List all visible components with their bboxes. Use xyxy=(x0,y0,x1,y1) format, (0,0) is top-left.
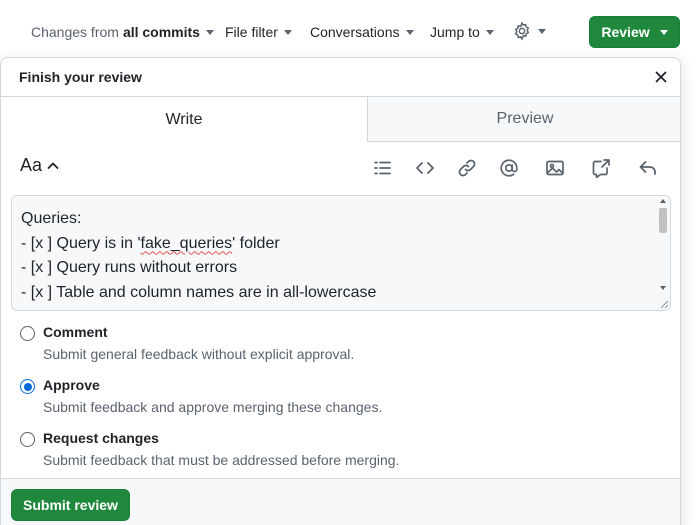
editor-line-1: Queries: xyxy=(21,210,82,227)
changes-from-value: all commits xyxy=(122,24,200,40)
chevron-down-icon xyxy=(405,30,414,35)
gear-icon xyxy=(514,21,530,41)
approve-description: Submit feedback and approve merging thes… xyxy=(43,399,383,415)
tab-write-label: Write xyxy=(165,110,203,128)
jump-to-label: Jump to xyxy=(430,24,480,40)
mention-icon[interactable] xyxy=(499,158,519,178)
scroll-up-arrow-icon[interactable] xyxy=(660,199,666,203)
settings-dropdown[interactable] xyxy=(512,21,546,41)
list-icon[interactable] xyxy=(372,158,392,178)
review-option-approve[interactable]: Approve Submit feedback and approve merg… xyxy=(20,375,660,419)
review-comment-text: Queries: - [x ] Query is in 'fake_querie… xyxy=(21,207,651,305)
chevron-down-icon xyxy=(659,30,668,35)
tab-write[interactable]: Write xyxy=(1,97,368,142)
tab-preview-label: Preview xyxy=(496,110,554,127)
heading-toggle[interactable]: Aa xyxy=(20,155,60,176)
submit-review-button[interactable]: Submit review xyxy=(11,489,130,521)
scroll-thumb[interactable] xyxy=(659,208,667,233)
cross-reference-icon[interactable] xyxy=(591,158,611,178)
chevron-down-icon xyxy=(538,29,546,34)
chevron-down-icon xyxy=(485,30,494,35)
review-option-comment[interactable]: Comment Submit general feedback without … xyxy=(20,322,660,366)
link-icon[interactable] xyxy=(457,158,477,178)
image-icon[interactable] xyxy=(545,158,565,178)
formatting-toolbar: Aa xyxy=(1,142,680,194)
code-icon[interactable] xyxy=(415,158,435,178)
pr-files-toolbar: Changes from all commits File filter Con… xyxy=(0,0,696,60)
review-button-label: Review xyxy=(601,24,650,40)
comment-description: Submit general feedback without explicit… xyxy=(43,346,355,362)
approve-label: Approve xyxy=(43,377,100,393)
finish-review-dialog: Finish your review Write Preview Aa Quer… xyxy=(0,57,681,525)
comment-radio[interactable] xyxy=(20,326,35,341)
editor-tabs: Write Preview xyxy=(1,96,680,142)
request-changes-label: Request changes xyxy=(43,430,159,446)
conversations-dropdown[interactable]: Conversations xyxy=(310,24,414,40)
conversations-label: Conversations xyxy=(310,24,400,40)
editor-line-4: - [x ] Table and column names are in all… xyxy=(21,283,377,301)
file-filter-label: File filter xyxy=(225,24,278,40)
tab-preview[interactable]: Preview xyxy=(368,97,680,142)
comment-label: Comment xyxy=(43,324,108,340)
editor-scrollbar[interactable] xyxy=(656,196,670,310)
scroll-down-arrow-icon[interactable] xyxy=(660,286,666,290)
editor-line-3: - [x ] Query runs without errors xyxy=(21,259,238,276)
misspelled-word: fake_queries xyxy=(140,234,233,252)
review-option-request-changes[interactable]: Request changes Submit feedback that mus… xyxy=(20,428,660,472)
dialog-title: Finish your review xyxy=(19,69,142,85)
editor-line-2-prefix: - [x ] Query is in ' xyxy=(21,234,141,252)
dialog-header: Finish your review xyxy=(1,58,680,96)
heading-toggle-label: Aa xyxy=(20,155,43,175)
file-filter-dropdown[interactable]: File filter xyxy=(225,24,292,40)
jump-to-dropdown[interactable]: Jump to xyxy=(430,24,494,40)
chevron-down-icon xyxy=(205,30,214,35)
reply-icon[interactable] xyxy=(638,158,658,178)
close-icon[interactable] xyxy=(653,69,669,85)
chevron-up-icon xyxy=(47,162,59,169)
request-changes-radio[interactable] xyxy=(20,432,35,447)
approve-radio[interactable] xyxy=(20,379,35,394)
changes-from-dropdown[interactable]: Changes from all commits xyxy=(31,24,214,40)
resize-grip-icon[interactable] xyxy=(659,299,669,309)
chevron-down-icon xyxy=(283,30,292,35)
changes-from-label: Changes from xyxy=(31,24,119,40)
review-comment-textarea[interactable]: Queries: - [x ] Query is in 'fake_querie… xyxy=(11,195,671,311)
request-changes-description: Submit feedback that must be addressed b… xyxy=(43,452,400,468)
submit-review-label: Submit review xyxy=(23,497,118,513)
editor-line-2-suffix: ' folder xyxy=(232,234,280,252)
review-button[interactable]: Review xyxy=(589,16,680,48)
